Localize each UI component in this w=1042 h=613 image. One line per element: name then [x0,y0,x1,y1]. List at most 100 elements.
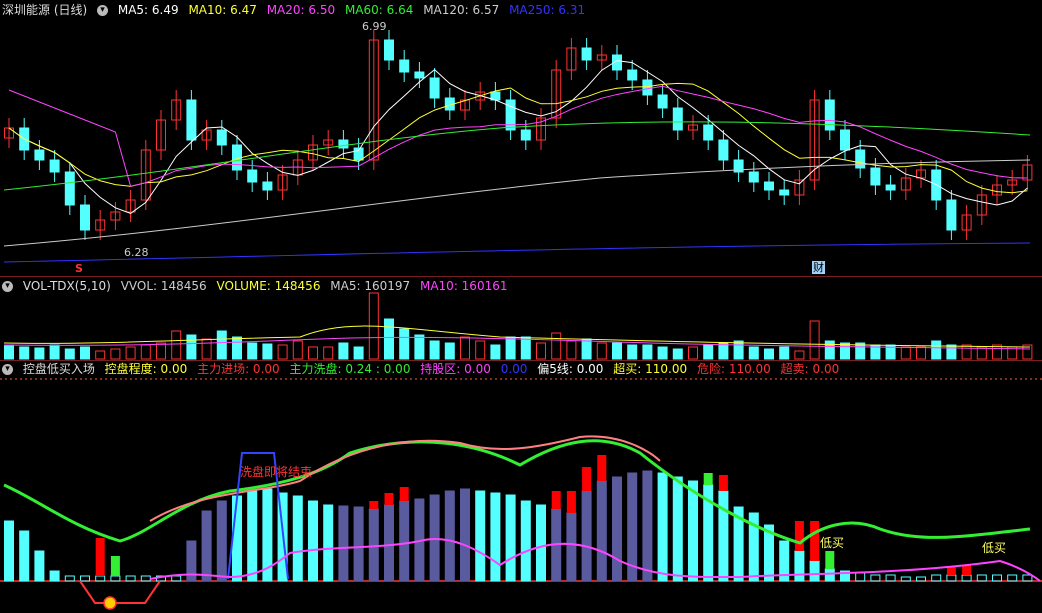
indicator-bar [612,476,622,582]
indicator-bar [672,476,683,582]
volume-pane[interactable]: ▾ VOL-TDX(5,10) VVOL: 148456 VOLUME: 148… [0,277,1042,361]
indicator-bar [216,500,227,582]
candle-body [34,149,45,161]
candle-body [840,129,850,151]
signal-bar [597,455,607,481]
volume-bar [186,334,197,360]
candle-body [216,129,227,146]
indicator-chart[interactable] [0,361,1042,613]
indicator-bar [368,508,379,582]
candle-body [870,167,881,186]
candle-body [581,47,592,61]
volume-bar [110,348,121,360]
volume-bar [262,343,273,360]
candle-body [262,181,273,191]
signal-bar [810,521,820,561]
volume-bar [292,340,303,360]
volume-bar [566,340,577,360]
indicator-bar [1007,574,1018,582]
signal-bar [566,491,576,513]
volume-bar [308,346,318,360]
volume-bar [232,336,242,360]
candle-body [186,99,197,141]
candle-body [642,79,653,96]
indicator-bar [399,500,410,582]
volume-bar [900,346,911,360]
volume-bar [612,342,622,360]
indicator-bar [201,510,212,582]
volume-bar [672,348,683,360]
indicator-bar [855,572,866,582]
indicator-bar [992,574,1002,582]
indicator-bar [4,520,14,582]
candle-body [247,169,258,183]
volume-bar [95,350,106,360]
volume-bar [4,344,14,360]
volume-bar [414,334,425,360]
volume-bar [642,344,653,360]
candlestick-chart[interactable] [0,0,1042,278]
volume-bar [353,346,364,360]
candle-body [672,107,683,131]
volume-bar [718,342,729,360]
volume-bar [171,330,182,360]
indicator-bar [34,550,45,582]
signal-bar [95,538,105,576]
indicator-bar [566,512,577,582]
indicator-pane[interactable]: ▾ 控盘低买入场 控盘程度: 0.00 主力进场: 0.00 主力洗盘: 0.2… [0,361,1042,613]
volume-bar [840,342,850,360]
volume-bar [429,340,440,360]
signal-bar [582,467,592,491]
volume-bar [627,344,638,360]
volume-bar [961,344,972,360]
candle-body [718,139,729,161]
volume-bar [536,342,546,360]
candle-body [764,181,774,191]
finance-marker[interactable]: 财 [812,261,825,274]
candle-body [399,59,410,73]
candle-body [429,77,440,99]
volume-chart[interactable] [0,277,1042,361]
wash-end-annotation: 洗盘即将结束 [240,465,313,479]
alert-icon [103,596,117,610]
volume-bar [931,340,942,360]
indicator-bar [596,480,607,582]
volume-bar [703,344,714,360]
indicator-bar [976,574,987,582]
candle-body [946,199,957,231]
volume-bar [19,346,30,360]
volume-bar [247,342,258,360]
ma250-line [3,242,1031,263]
volume-bar [733,340,744,360]
indicator-bar [308,500,318,582]
volume-bar [520,336,531,360]
volume-bar [323,346,334,360]
candle-body [885,184,896,191]
indicator-bar [232,495,242,582]
indicator-bar [505,494,516,582]
oversold-trough-line [79,580,161,604]
indicator-bar [946,574,957,582]
volume-bar [764,348,774,360]
volume-bar [156,342,166,360]
volume-bar [34,347,45,360]
volume-bar [277,344,288,360]
volume-bar [824,340,835,360]
indicator-bar [323,504,334,582]
ma5-line [8,60,1028,214]
smart-money-line [3,439,1031,545]
indicator-bar [520,500,531,582]
signal-s-marker[interactable]: S [75,262,83,275]
volume-bar [399,328,410,360]
signal-bar [384,493,394,505]
indicator-bar [247,490,258,582]
volume-bar [551,332,562,360]
volume-bar [338,342,349,360]
indicator-bar [429,494,440,582]
indicator-bar [581,490,592,582]
price-pane[interactable]: 深圳能源 (日线) ▾ MA5: 6.49 MA10: 6.47 MA20: 6… [0,0,1042,278]
indicator-bar [292,495,303,582]
volume-bar [779,346,790,360]
candle-body [657,94,668,109]
candle-body [505,99,516,131]
